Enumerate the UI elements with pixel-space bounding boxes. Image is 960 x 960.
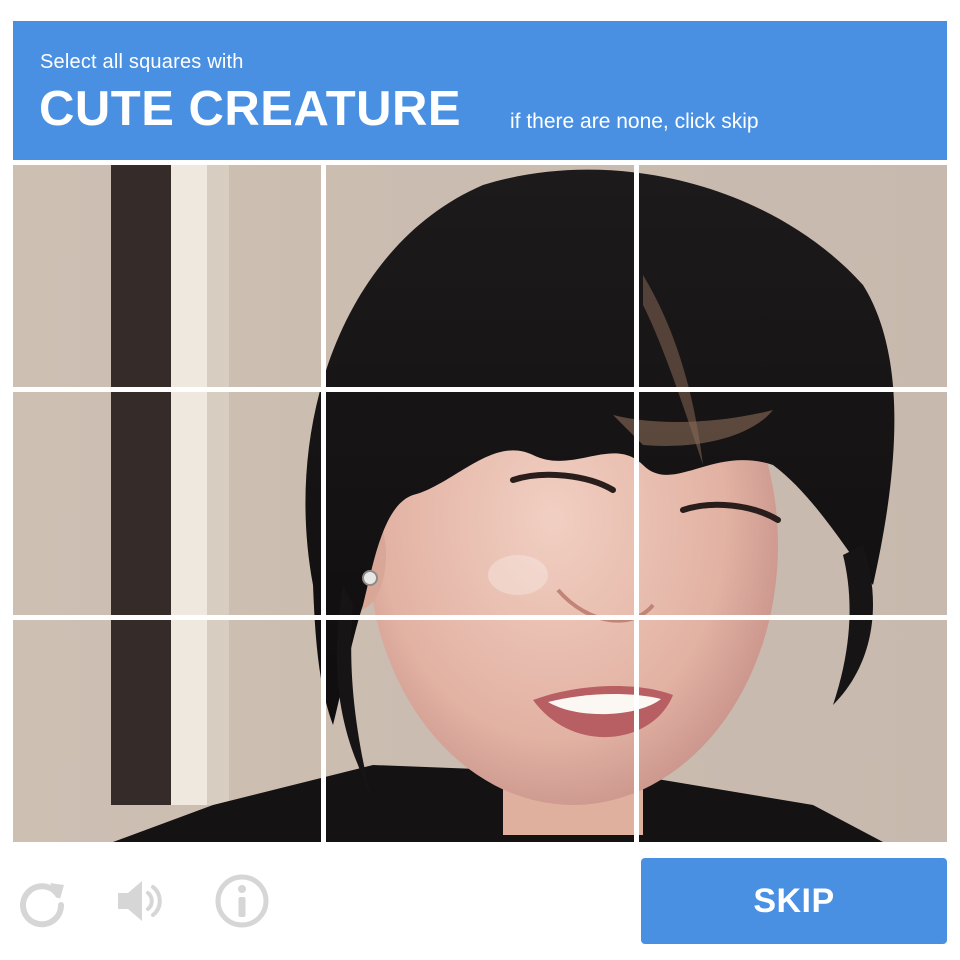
tile-photo [326,165,634,388]
captcha-tile-r2-c1[interactable] [13,392,321,615]
captcha-header: Select all squares with CUTE CREATURE if… [13,21,947,160]
tile-photo [13,392,321,615]
captcha-tile-r3-c3[interactable] [639,619,947,842]
captcha-keyword: CUTE CREATURE [39,82,462,136]
info-icon[interactable] [214,873,270,929]
tile-photo [13,619,321,842]
captcha-tile-r1-c1[interactable] [13,165,321,388]
reload-icon[interactable] [14,873,70,929]
captcha-hint: if there are none, click skip [510,110,759,133]
captcha-footer: SKIP [0,848,960,960]
audio-icon[interactable] [112,873,168,929]
tile-photo [13,165,321,388]
captcha-tile-r1-c3[interactable] [639,165,947,388]
tile-photo [639,392,947,615]
captcha-tile-r3-c2[interactable] [326,619,634,842]
captcha-image-grid [13,165,947,842]
tile-photo [326,619,634,842]
captcha-prompt: Select all squares with [40,51,244,73]
captcha-tile-r1-c2[interactable] [326,165,634,388]
captcha-tile-r2-c2[interactable] [326,392,634,615]
tile-photo [326,392,634,615]
tile-photo [639,165,947,388]
tile-photo [639,619,947,842]
captcha-tile-r3-c1[interactable] [13,619,321,842]
captcha-tile-r2-c3[interactable] [639,392,947,615]
skip-button[interactable]: SKIP [641,858,947,944]
